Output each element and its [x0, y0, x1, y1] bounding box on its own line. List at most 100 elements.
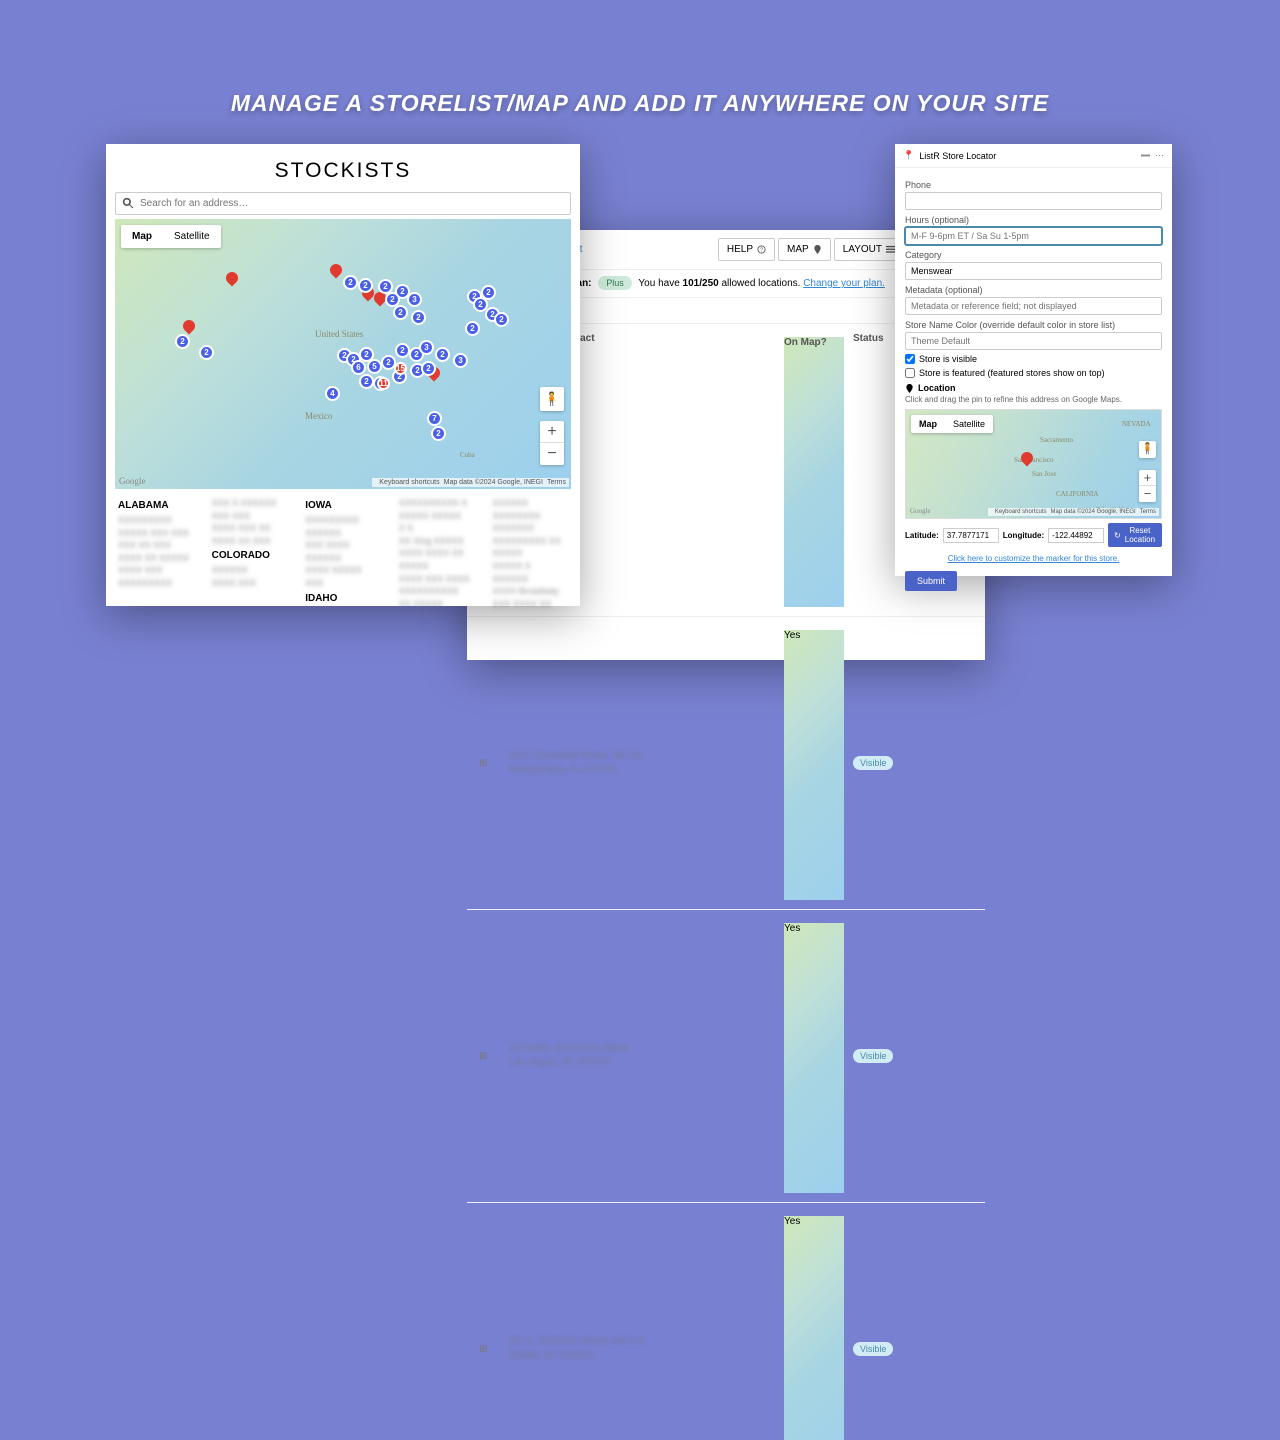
- cluster-pin[interactable]: 3: [419, 340, 434, 355]
- visible-checkbox[interactable]: [905, 354, 915, 364]
- map-attribution: Keyboard shortcutsMap data ©2024 Google,…: [372, 478, 569, 487]
- cluster-pin[interactable]: 7: [427, 411, 442, 426]
- cluster-pin[interactable]: 2: [494, 312, 509, 327]
- label-hours: Hours (optional): [905, 215, 1162, 225]
- cluster-pin[interactable]: 2: [431, 426, 446, 441]
- cluster-pin[interactable]: 2: [395, 343, 410, 358]
- page-title: STOCKISTS: [106, 144, 580, 192]
- mini-map[interactable]: MapSatellite San Francisco San Jose Sacr…: [905, 409, 1162, 519]
- cluster-pin[interactable]: 2: [175, 334, 190, 349]
- region-label: CALIFORNIA: [1056, 490, 1098, 498]
- table-row[interactable]: ⊞XXX Cloverdale Road, Ste XXMontgomery, …: [467, 617, 985, 910]
- table-row[interactable]: ⊞XX North XXXXXXX StreetLas Vegas, XX XX…: [467, 910, 985, 1203]
- customize-marker-link[interactable]: Click here to customize the marker for t…: [948, 554, 1120, 563]
- cluster-pin[interactable]: 2: [199, 345, 214, 360]
- metadata-field[interactable]: [905, 297, 1162, 315]
- google-logo: Google: [910, 507, 931, 515]
- svg-text:?: ?: [760, 247, 763, 253]
- location-heading: Location: [918, 383, 956, 393]
- zoom-in-button[interactable]: +: [1139, 470, 1156, 486]
- cluster-pin[interactable]: 4: [325, 386, 340, 401]
- cluster-pin[interactable]: 2: [465, 321, 480, 336]
- search-input-wrapper[interactable]: [115, 192, 571, 215]
- cluster-pin[interactable]: 2: [393, 305, 408, 320]
- pegman-icon[interactable]: 🧍: [540, 387, 564, 411]
- headline: MANAGE A STORELIST/MAP AND ADD IT ANYWHE…: [0, 0, 1280, 117]
- cluster-pin[interactable]: 5: [367, 359, 382, 374]
- hours-field[interactable]: [905, 227, 1162, 245]
- map-marker[interactable]: [226, 272, 238, 290]
- state-heading: COLORADO: [212, 550, 288, 561]
- zoom-in-button[interactable]: +: [540, 421, 564, 443]
- region-label: United States: [315, 329, 363, 339]
- category-field[interactable]: [905, 262, 1162, 280]
- latitude-field[interactable]: [943, 528, 999, 543]
- cluster-pin[interactable]: 2: [411, 310, 426, 325]
- location-hint: Click and drag the pin to refine this ad…: [905, 395, 1162, 404]
- help-button[interactable]: HELP?: [718, 238, 775, 261]
- list-item: XXXXXXXXXX XXX: [212, 564, 288, 589]
- reset-location-button[interactable]: ↻Reset Location: [1108, 523, 1162, 547]
- cluster-pin[interactable]: 2: [358, 278, 373, 293]
- cluster-pin[interactable]: 3: [453, 353, 468, 368]
- state-heading: IDAHO: [305, 593, 381, 604]
- cluster-pin[interactable]: 15: [394, 362, 407, 375]
- phone-field[interactable]: [905, 192, 1162, 210]
- cluster-pin[interactable]: 2: [421, 361, 436, 376]
- status-badge: Visible: [853, 1049, 893, 1063]
- layout-button[interactable]: LAYOUT: [834, 238, 904, 261]
- search-input[interactable]: [140, 195, 564, 212]
- menu-icon: [886, 245, 895, 254]
- longitude-field[interactable]: [1048, 528, 1104, 543]
- map-type-toggle[interactable]: MapSatellite: [911, 415, 993, 433]
- store-editor-panel: 📍 ListR Store Locator ⋯ Phone Hours (opt…: [895, 144, 1172, 576]
- change-plan-link[interactable]: Change your plan.: [803, 278, 885, 289]
- zoom-controls: + −: [1139, 470, 1156, 502]
- more-icon[interactable]: ⋯: [1155, 150, 1164, 161]
- onmap-cell: Yes: [784, 1216, 844, 1440]
- cluster-pin[interactable]: 2: [359, 374, 374, 389]
- satellite-tab[interactable]: Satellite: [945, 415, 993, 433]
- app-name: ListR Store Locator: [919, 151, 996, 161]
- cluster-pin[interactable]: 2: [481, 285, 496, 300]
- region-label: San Jose: [1032, 470, 1056, 478]
- zoom-controls: + −: [540, 421, 564, 465]
- list-item: XXXXXXXXX XXXXX XXX XXX XXX XX XXX XXXX …: [118, 514, 194, 564]
- main-map[interactable]: MapSatellite United States Mexico Cuba 2…: [115, 219, 571, 489]
- color-field[interactable]: [905, 332, 1162, 350]
- cluster-pin[interactable]: 6: [351, 360, 366, 375]
- table-row[interactable]: ⊞XX X. XXXXXX Street unit X-XMobile, XX …: [467, 1203, 985, 1440]
- state-heading: IOWA: [305, 500, 381, 511]
- label-phone: Phone: [905, 180, 1162, 190]
- zoom-out-button[interactable]: −: [540, 443, 564, 465]
- satellite-tab[interactable]: Satellite: [163, 225, 221, 248]
- zoom-out-button[interactable]: −: [1139, 486, 1156, 502]
- region-label: Sacramento: [1040, 436, 1073, 444]
- google-logo: Google: [119, 476, 146, 486]
- map-attribution: Keyboard shortcutsMap data ©2024 Google,…: [988, 508, 1159, 516]
- label-metadata: Metadata (optional): [905, 285, 1162, 295]
- cluster-pin[interactable]: 3: [407, 292, 422, 307]
- featured-checkbox[interactable]: [905, 368, 915, 378]
- map-marker[interactable]: [330, 264, 342, 282]
- minimize-icon[interactable]: [1141, 151, 1150, 160]
- submit-button[interactable]: Submit: [905, 571, 957, 591]
- map-tab[interactable]: Map: [121, 225, 163, 248]
- cluster-pin[interactable]: 2: [343, 275, 358, 290]
- label-category: Category: [905, 250, 1162, 260]
- pegman-icon[interactable]: 🧍: [1139, 441, 1156, 458]
- stockists-panel: STOCKISTS MapSatellite United States Mex…: [106, 144, 580, 606]
- draggable-pin[interactable]: [1021, 452, 1033, 470]
- onmap-cell: Yes: [784, 630, 844, 900]
- list-item: XXXXX XXXXXXXXXXX BroadwayXXX XXXX XX: [492, 560, 568, 610]
- map-button[interactable]: MAP: [778, 238, 831, 261]
- map-tab[interactable]: Map: [911, 415, 945, 433]
- list-item: XXXX XXXXXXXXXXXX: [118, 564, 194, 589]
- onmap-cell: Yes: [784, 923, 844, 1193]
- store-icon: ⊞: [479, 1051, 509, 1062]
- cluster-pin[interactable]: 2: [435, 347, 450, 362]
- map-type-toggle[interactable]: MapSatellite: [121, 225, 221, 248]
- pin-icon: [813, 245, 822, 254]
- cluster-pin[interactable]: 11: [377, 377, 390, 390]
- status-badge: Visible: [853, 1342, 893, 1356]
